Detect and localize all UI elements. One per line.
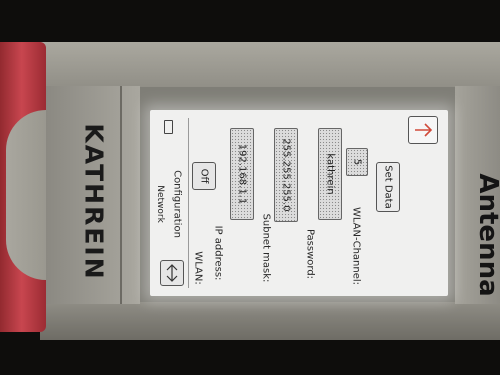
case-top bbox=[40, 42, 500, 87]
case-bottom bbox=[40, 302, 500, 340]
next-button[interactable] bbox=[408, 116, 438, 144]
ip-address-field[interactable]: 192.168.1.1 bbox=[230, 128, 254, 220]
back-arrow-icon bbox=[166, 264, 178, 282]
subnet-mask-field[interactable]: 255.255.255.0 bbox=[274, 128, 298, 222]
battery-icon bbox=[164, 120, 173, 134]
wlan-channel-label: WLAN-Channel: bbox=[350, 206, 362, 286]
page-title-line1: Network bbox=[155, 185, 165, 223]
wlan-toggle-button[interactable]: Off bbox=[192, 162, 216, 190]
ip-address-label: IP address: bbox=[212, 225, 224, 281]
down-arrow-icon bbox=[415, 123, 433, 137]
password-field[interactable]: kathrein bbox=[318, 128, 342, 220]
page-title-line2: Configuration bbox=[171, 170, 183, 238]
touch-screen: Network Configuration WLAN: Off IP addre… bbox=[150, 110, 448, 296]
side-label: Antenna bbox=[473, 173, 500, 297]
set-data-button[interactable]: Set Data bbox=[376, 162, 400, 212]
header-divider bbox=[188, 118, 189, 288]
brand-logo: KATHREIN bbox=[79, 123, 109, 281]
bumper-notch bbox=[6, 110, 46, 280]
subnet-mask-label: Subnet mask: bbox=[260, 213, 272, 283]
back-button[interactable] bbox=[160, 260, 184, 286]
wlan-label: WLAN: bbox=[192, 251, 204, 285]
password-label: Password: bbox=[304, 228, 316, 280]
wlan-channel-field[interactable]: 5 bbox=[346, 148, 368, 176]
bezel-edge bbox=[120, 86, 122, 304]
